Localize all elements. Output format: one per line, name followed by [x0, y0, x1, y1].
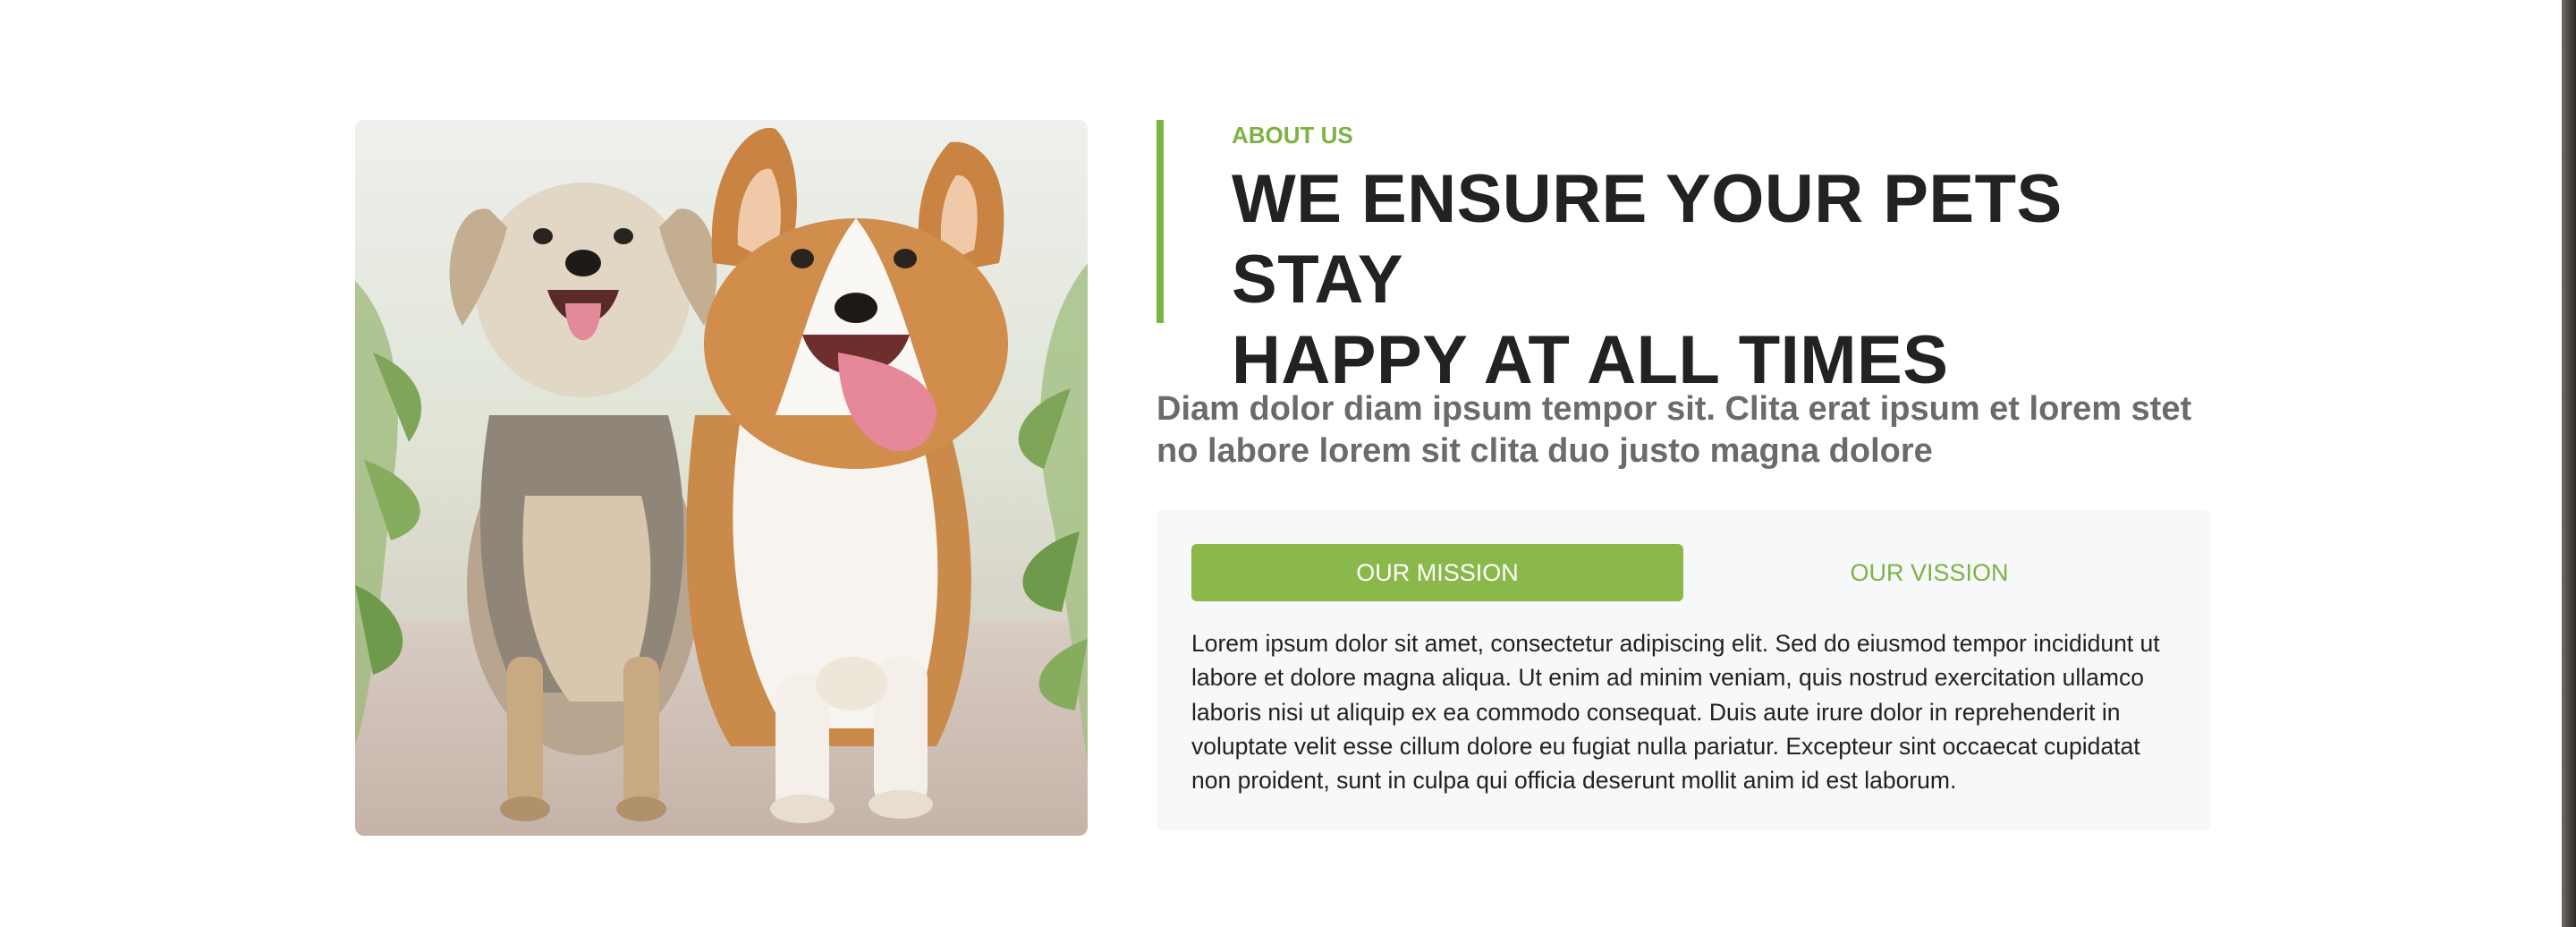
eyebrow-label: ABOUT US: [1232, 122, 1353, 149]
page-title: WE ENSURE YOUR PETS STAY HAPPY AT ALL TI…: [1232, 159, 2230, 401]
section-heading: ABOUT US WE ENSURE YOUR PETS STAY HAPPY …: [1157, 120, 2230, 398]
tab-bar: OUR MISSION OUR VISSION: [1191, 544, 2176, 601]
lead-text: Diam dolor diam ipsum tempor sit. Clita …: [1157, 390, 2192, 470]
tab-our-mission[interactable]: OUR MISSION: [1191, 544, 1683, 601]
title-line-2: HAPPY AT ALL TIMES: [1232, 322, 1949, 398]
window-edge: [2562, 0, 2576, 927]
about-section: ABOUT US WE ENSURE YOUR PETS STAY HAPPY …: [0, 0, 2576, 927]
tab-our-vission[interactable]: OUR VISSION: [1683, 544, 2175, 601]
tab-content-text: Lorem ipsum dolor sit amet, consectetur …: [1191, 630, 2160, 795]
title-line-1: WE ENSURE YOUR PETS STAY: [1232, 161, 2063, 318]
tab-panel: OUR MISSION OUR VISSION Lorem ipsum dolo…: [1157, 510, 2210, 830]
dogs-photo: [355, 120, 1088, 836]
